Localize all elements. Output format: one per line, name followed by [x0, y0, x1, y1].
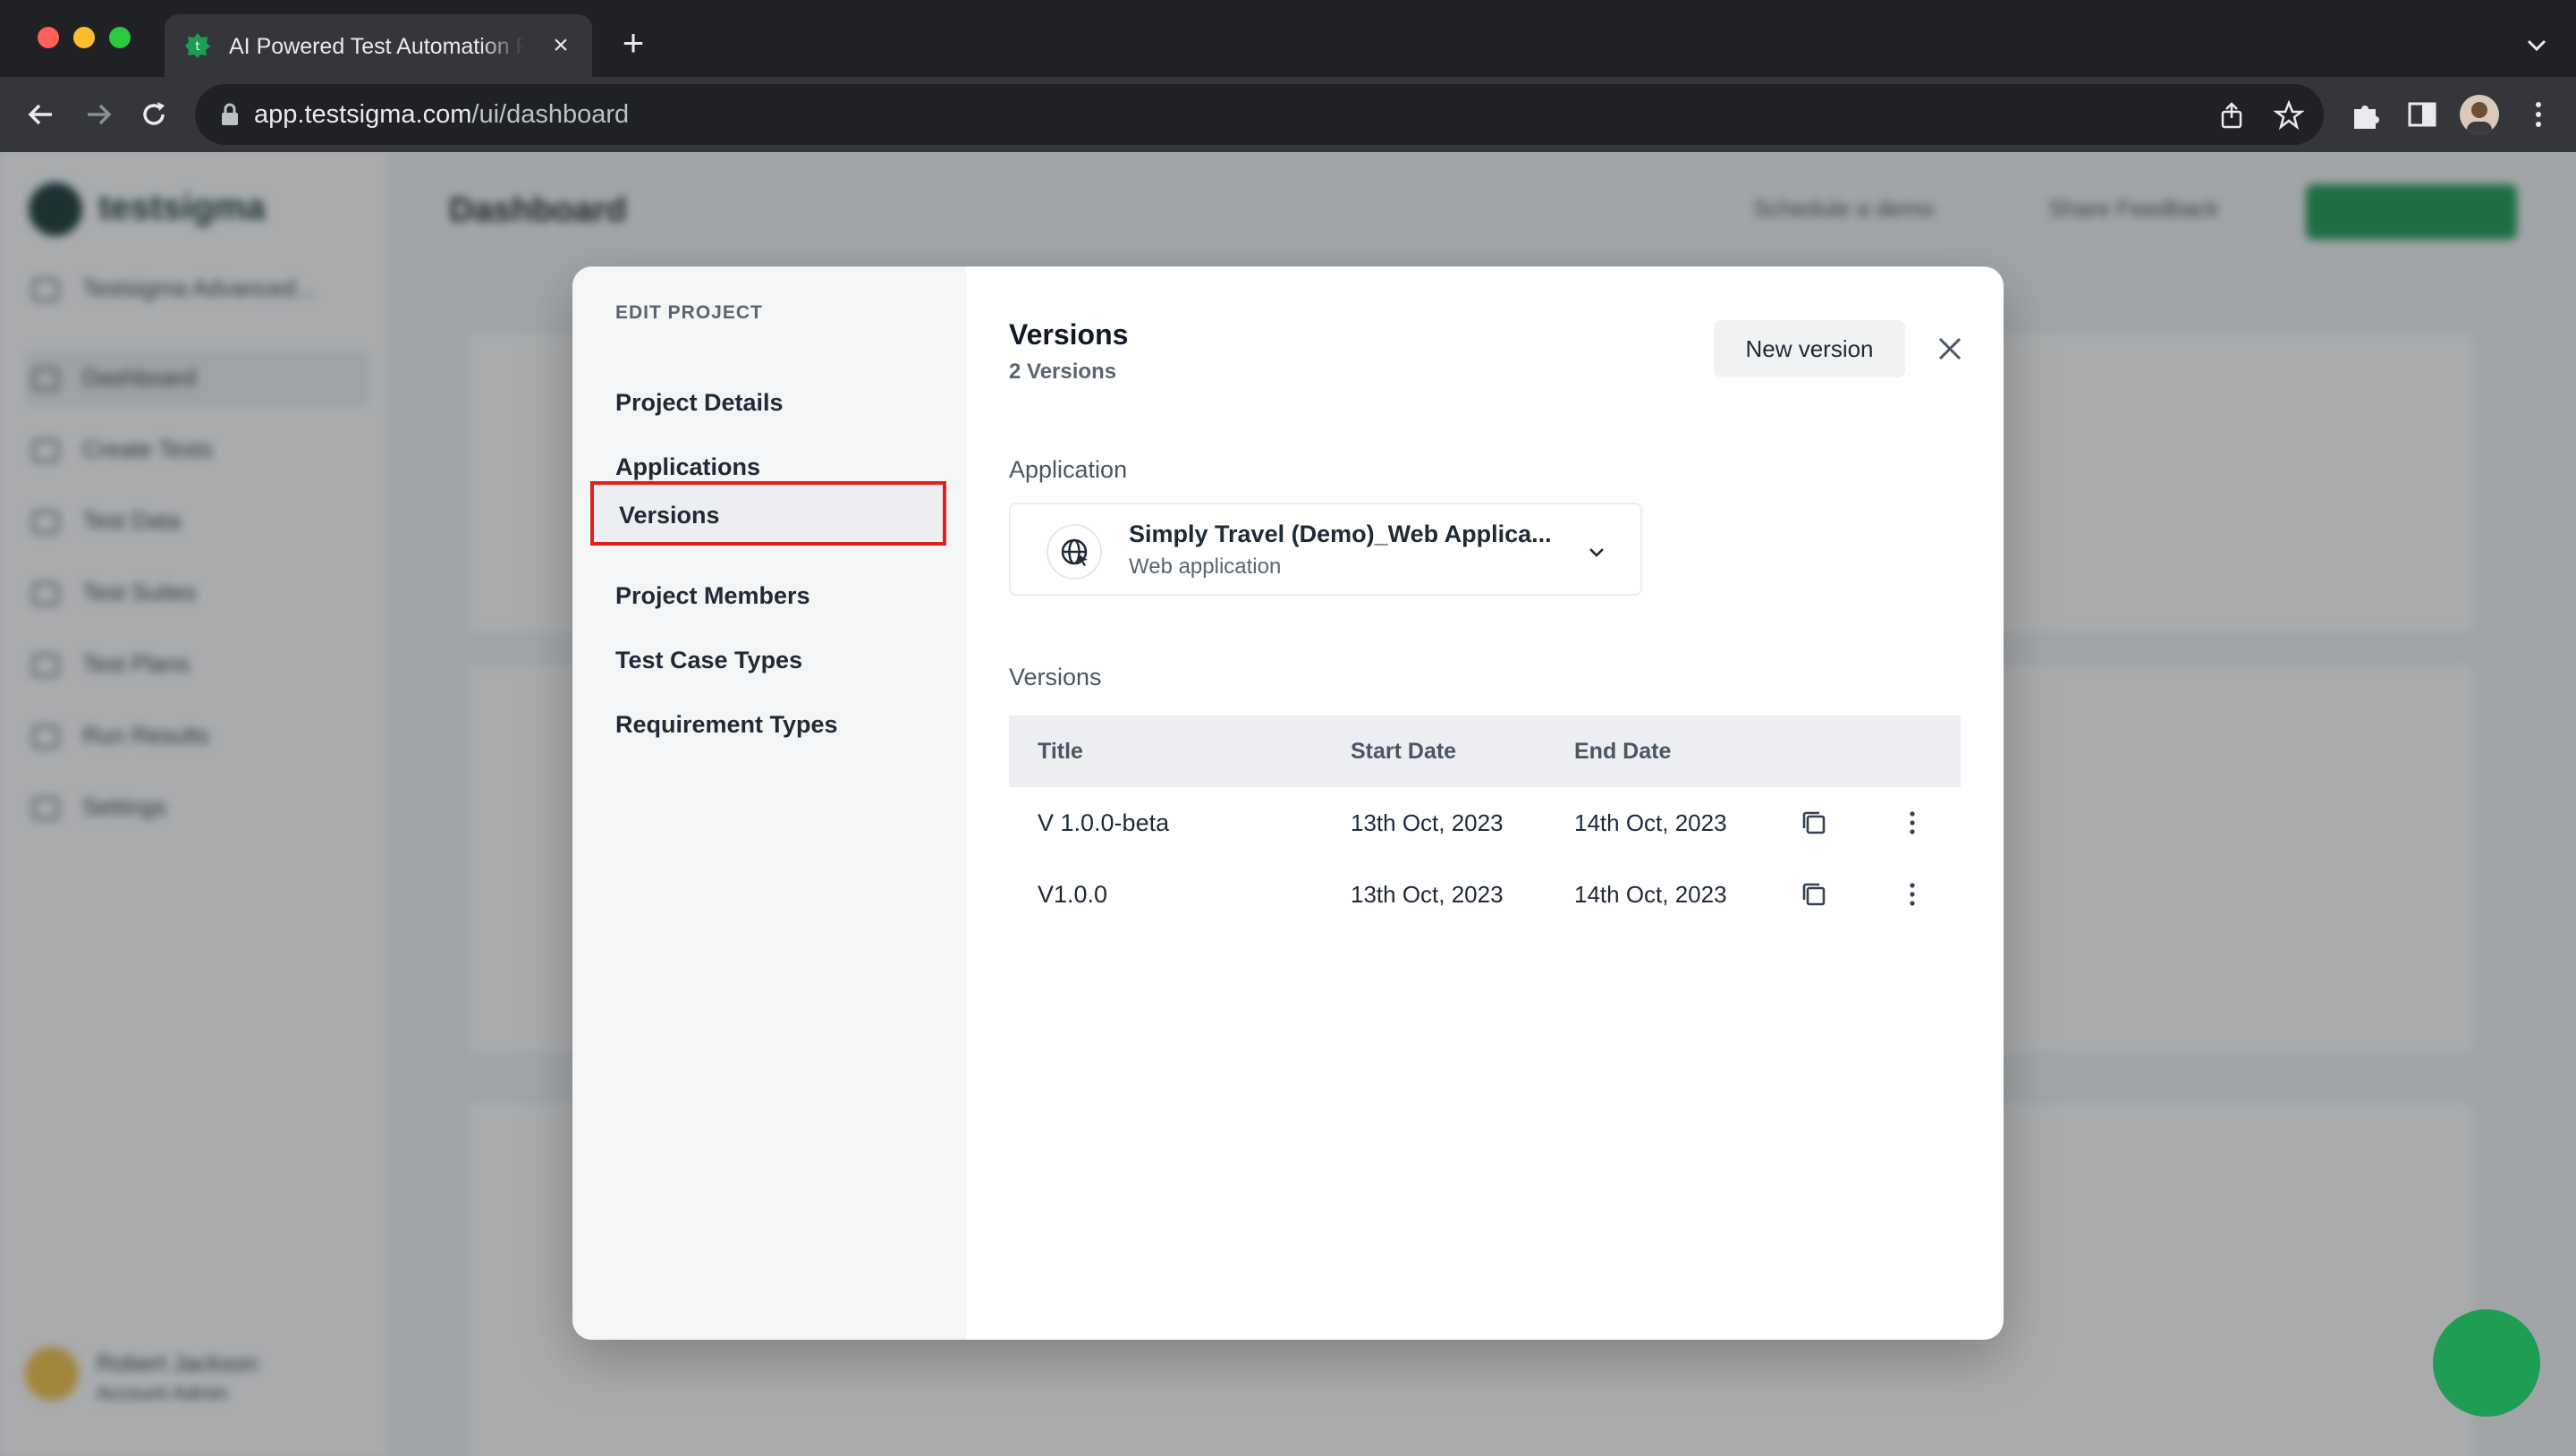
- modal-nav-test-case-types[interactable]: Test Case Types: [615, 640, 937, 680]
- bookmark-star-icon[interactable]: [2274, 100, 2304, 131]
- tab-close-icon[interactable]: ×: [546, 30, 576, 61]
- modal-sidebar: EDIT PROJECT Project Details Application…: [572, 267, 966, 1340]
- tab-title: AI Powered Test Automation Platform: [229, 34, 524, 59]
- application-label: Application: [1009, 456, 1128, 483]
- new-tab-button[interactable]: +: [615, 24, 651, 62]
- new-version-button[interactable]: New version: [1714, 320, 1905, 377]
- modal-eyebrow: EDIT PROJECT: [615, 302, 763, 323]
- window-minimize-button[interactable]: [73, 27, 95, 48]
- column-header-end-date[interactable]: End Date: [1574, 715, 1671, 787]
- edit-project-modal: EDIT PROJECT Project Details Application…: [572, 267, 2004, 1340]
- back-arrow-icon[interactable]: [21, 95, 61, 134]
- application-name: Simply Travel (Demo)_Web Applica...: [1129, 521, 1552, 547]
- modal-nav-project-members[interactable]: Project Members: [615, 576, 937, 615]
- versions-section-label: Versions: [1009, 664, 1102, 690]
- forward-arrow-icon[interactable]: [79, 95, 118, 134]
- browser-chrome: t AI Powered Test Automation Platform × …: [0, 0, 2576, 152]
- profile-avatar[interactable]: [2460, 95, 2499, 134]
- application-type: Web application: [1129, 554, 1282, 579]
- profile-person-icon: [2467, 102, 2492, 134]
- version-end-date: 14th Oct, 2023: [1574, 881, 1727, 908]
- tab-search-chevron-icon[interactable]: [2524, 32, 2549, 57]
- window-close-button[interactable]: [38, 27, 59, 48]
- copy-icon[interactable]: [1798, 878, 1830, 910]
- tab-strip: t AI Powered Test Automation Platform × …: [0, 0, 2576, 77]
- version-start-date: 13th Oct, 2023: [1351, 809, 1504, 836]
- browser-toolbar: app.testsigma.com/ui/dashboard: [0, 77, 2576, 152]
- versions-title: Versions: [1009, 318, 1129, 351]
- modal-nav-project-details[interactable]: Project Details: [615, 383, 937, 422]
- testsigma-favicon-icon: t: [185, 33, 210, 58]
- modal-nav-versions[interactable]: Versions: [590, 481, 946, 546]
- version-title: V 1.0.0-beta: [1038, 809, 1170, 836]
- chat-support-button[interactable]: [2433, 1309, 2540, 1417]
- versions-count: 2 Versions: [1009, 360, 1117, 384]
- version-start-date: 13th Oct, 2023: [1351, 881, 1504, 908]
- url-text: app.testsigma.com/ui/dashboard: [254, 100, 630, 129]
- lock-icon[interactable]: [218, 102, 242, 127]
- web-application-icon: [1046, 524, 1102, 580]
- application-select[interactable]: Simply Travel (Demo)_Web Applica... Web …: [1009, 503, 1642, 596]
- svg-text:t: t: [195, 40, 199, 54]
- table-row[interactable]: V1.0.0 13th Oct, 2023 14th Oct, 2023: [1009, 859, 1961, 930]
- version-title: V1.0.0: [1038, 881, 1108, 908]
- chevron-down-icon[interactable]: [1585, 540, 1608, 563]
- version-end-date: 14th Oct, 2023: [1574, 809, 1727, 836]
- column-header-start-date[interactable]: Start Date: [1351, 715, 1456, 787]
- table-row[interactable]: V 1.0.0-beta 13th Oct, 2023 14th Oct, 20…: [1009, 787, 1961, 859]
- reload-icon[interactable]: [134, 95, 174, 134]
- browser-tab-active[interactable]: t AI Powered Test Automation Platform ×: [165, 14, 592, 77]
- modal-content: Versions 2 Versions New version Applicat…: [966, 267, 2004, 1340]
- more-options-icon[interactable]: [1896, 807, 1928, 839]
- side-panel-icon[interactable]: [2404, 97, 2440, 132]
- window-maximize-button[interactable]: [109, 27, 131, 48]
- copy-icon[interactable]: [1798, 807, 1830, 839]
- modal-nav-requirement-types[interactable]: Requirement Types: [615, 705, 937, 744]
- table-header: Title Start Date End Date: [1009, 715, 1961, 787]
- browser-menu-kebab-icon[interactable]: [2521, 97, 2556, 132]
- share-icon[interactable]: [2216, 100, 2247, 131]
- more-options-icon[interactable]: [1896, 878, 1928, 910]
- column-header-title[interactable]: Title: [1038, 715, 1083, 787]
- extensions-puzzle-icon[interactable]: [2347, 97, 2383, 132]
- address-bar[interactable]: app.testsigma.com/ui/dashboard: [195, 84, 2324, 145]
- close-icon[interactable]: [1932, 331, 1968, 367]
